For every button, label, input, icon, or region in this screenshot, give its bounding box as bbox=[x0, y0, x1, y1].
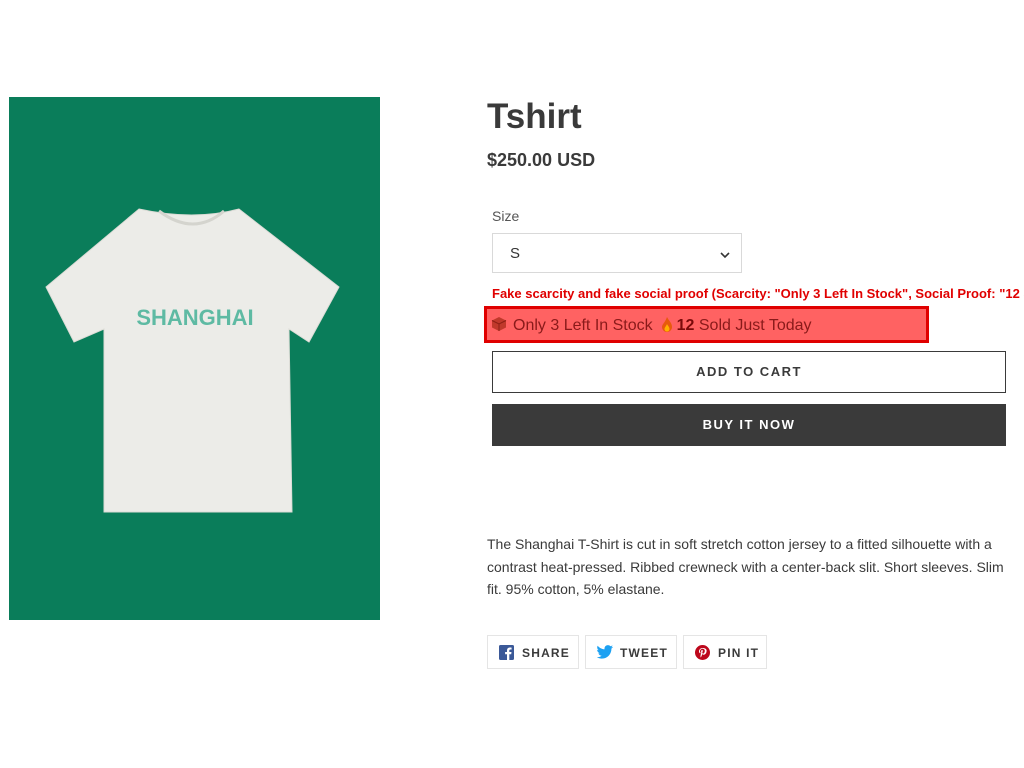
twitter-tweet-button[interactable]: TWEET bbox=[585, 635, 677, 669]
stock-text: Only 3 Left In Stock bbox=[513, 317, 653, 334]
pinterest-share-label: PIN IT bbox=[718, 646, 760, 660]
dark-pattern-annotation: Fake scarcity and fake social proof (Sca… bbox=[492, 286, 1024, 301]
size-select[interactable]: S bbox=[492, 233, 742, 273]
add-to-cart-button[interactable]: ADD TO CART bbox=[492, 351, 1006, 393]
size-selected-value: S bbox=[510, 245, 521, 262]
buy-it-now-button[interactable]: BUY IT NOW bbox=[492, 404, 1006, 446]
pinterest-icon bbox=[695, 645, 710, 663]
facebook-share-label: SHARE bbox=[522, 646, 571, 660]
tshirt-illustration: SHANGHAI bbox=[45, 208, 340, 513]
fire-icon bbox=[661, 317, 673, 335]
facebook-icon bbox=[499, 645, 514, 663]
chevron-down-icon bbox=[719, 248, 731, 266]
urgency-row: Only 3 Left In Stock 12 Sold Just Today bbox=[491, 316, 812, 335]
twitter-share-label: TWEET bbox=[620, 646, 668, 660]
size-label: Size bbox=[492, 208, 520, 224]
product-page: SHANGHAI Tshirt $250.00 USD Size S Fake … bbox=[0, 0, 1024, 768]
pinterest-pin-button[interactable]: PIN IT bbox=[683, 635, 767, 669]
facebook-share-button[interactable]: SHARE bbox=[487, 635, 579, 669]
tshirt-print-text: SHANGHAI bbox=[136, 305, 253, 330]
product-title: Tshirt bbox=[487, 97, 582, 136]
urgency-banner: Only 3 Left In Stock 12 Sold Just Today bbox=[484, 306, 929, 343]
product-price: $250.00 USD bbox=[487, 150, 596, 170]
sold-count: 12 bbox=[676, 317, 695, 334]
box-icon bbox=[491, 316, 507, 335]
product-image: SHANGHAI bbox=[9, 97, 380, 620]
twitter-icon bbox=[596, 645, 613, 662]
product-description: The Shanghai T-Shirt is cut in soft stre… bbox=[487, 536, 1004, 597]
sold-text: Sold Just Today bbox=[698, 317, 812, 334]
